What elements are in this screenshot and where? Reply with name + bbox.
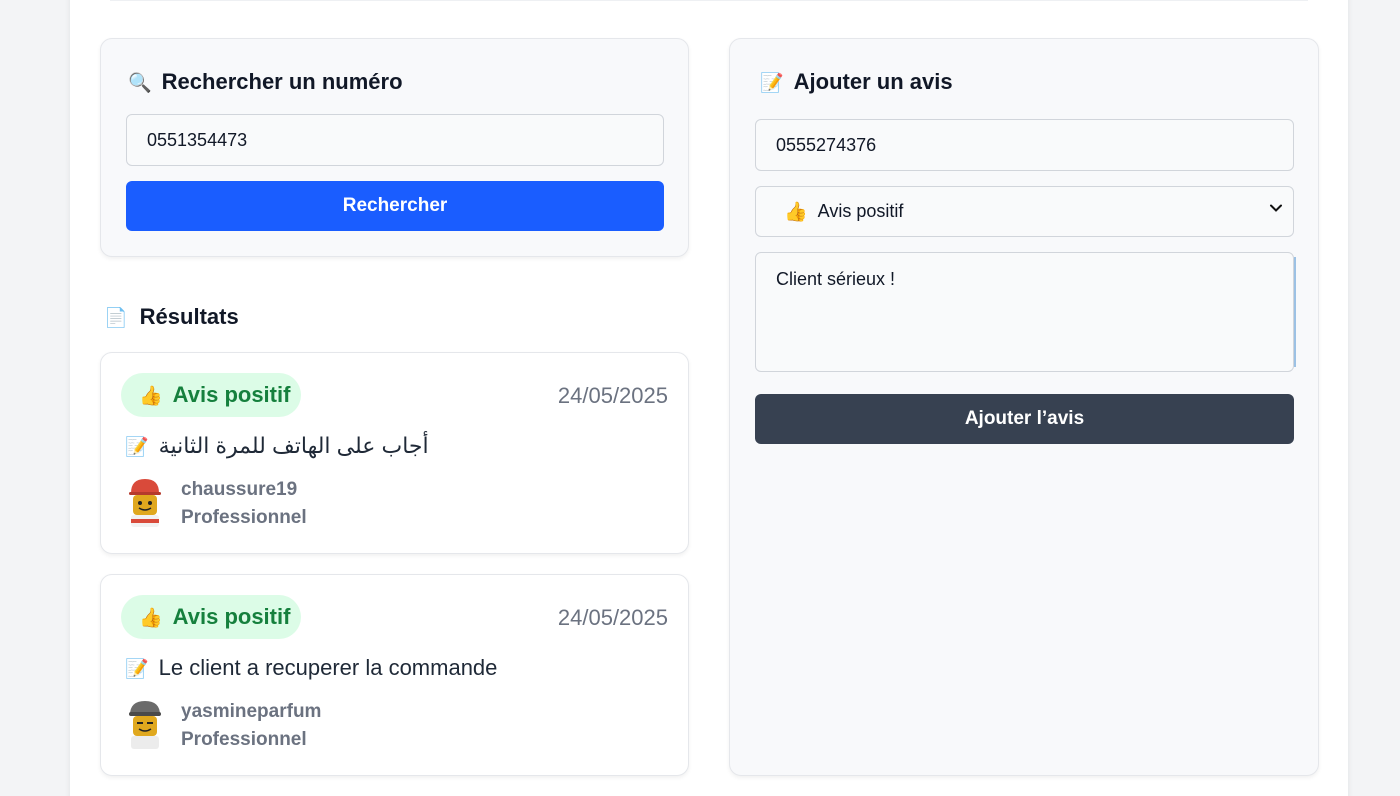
add-review-title: 📝 Ajouter un avis — [760, 69, 953, 95]
add-review-button-label: Ajouter l’avis — [964, 408, 1085, 429]
search-title: 🔍 Rechercher un numéro — [128, 69, 403, 95]
result-card: 👍 Avis positif 24/05/2025 📝 أجاب على اله… — [100, 352, 689, 554]
review-date: 24/05/2025 — [557, 383, 668, 408]
status-badge: 👍 Avis positif — [121, 595, 301, 639]
author-name: chaussure19 — [181, 479, 298, 500]
phone-input-value: 0555274376 — [776, 134, 877, 155]
add-review-title-label: Ajouter un avis — [793, 69, 953, 94]
review-comment-text: Le client a recuperer la commande — [158, 655, 498, 680]
divider — [110, 0, 1308, 1]
badge-label: Avis positif — [172, 382, 291, 407]
chevron-down-icon — [1270, 204, 1282, 212]
thumbs-up-icon: 👍 — [139, 606, 163, 629]
review-comment: 📝 أجاب على الهاتف للمرة الثانية — [125, 433, 429, 459]
comment-textarea-value: Client sérieux ! — [776, 269, 896, 289]
add-review-button[interactable]: Ajouter l’avis — [755, 394, 1294, 444]
add-review-card: 📝 Ajouter un avis 0555274376 👍 Avis posi… — [729, 38, 1319, 776]
review-type-value: Avis positif — [817, 201, 904, 221]
results-title: 📄 Résultats — [104, 304, 239, 330]
review-comment: 📝 Le client a recuperer la commande — [125, 655, 497, 681]
review-comment-text: أجاب على الهاتف للمرة الثانية — [158, 433, 429, 458]
avatar — [129, 479, 161, 527]
status-badge: 👍 Avis positif — [121, 373, 301, 417]
review-type-select[interactable]: 👍 Avis positif — [755, 186, 1294, 237]
search-title-label: Rechercher un numéro — [161, 69, 403, 94]
document-icon: 📄 — [104, 306, 128, 329]
review-date: 24/05/2025 — [557, 605, 668, 630]
search-button-label: Rechercher — [342, 195, 448, 216]
thumbs-up-icon: 👍 — [139, 384, 163, 407]
comment-textarea[interactable]: Client sérieux ! — [755, 252, 1296, 372]
result-card: 👍 Avis positif 24/05/2025 📝 Le client a … — [100, 574, 689, 776]
search-button[interactable]: Rechercher — [126, 181, 664, 231]
phone-input[interactable]: 0555274376 — [755, 119, 1294, 171]
badge-label: Avis positif — [172, 604, 291, 629]
review-author: yasmineparfum Professionnel — [125, 699, 321, 751]
memo-icon: 📝 — [125, 657, 149, 680]
author-role: Professionnel — [181, 729, 307, 750]
thumbs-up-icon: 👍 — [784, 201, 808, 223]
avatar — [129, 701, 161, 749]
page-container: 🔍 Rechercher un numéro 0551354473 Recher… — [70, 0, 1348, 796]
search-input[interactable]: 0551354473 — [126, 114, 664, 166]
review-author: chaussure19 Professionnel — [125, 477, 307, 529]
magnifier-icon: 🔍 — [128, 71, 152, 94]
memo-icon: 📝 — [125, 435, 149, 458]
memo-icon: 📝 — [760, 71, 784, 94]
search-card: 🔍 Rechercher un numéro 0551354473 Recher… — [100, 38, 689, 257]
author-name: yasmineparfum — [181, 701, 322, 722]
results-title-label: Résultats — [139, 304, 239, 329]
search-input-value: 0551354473 — [147, 129, 248, 150]
author-role: Professionnel — [181, 507, 307, 528]
